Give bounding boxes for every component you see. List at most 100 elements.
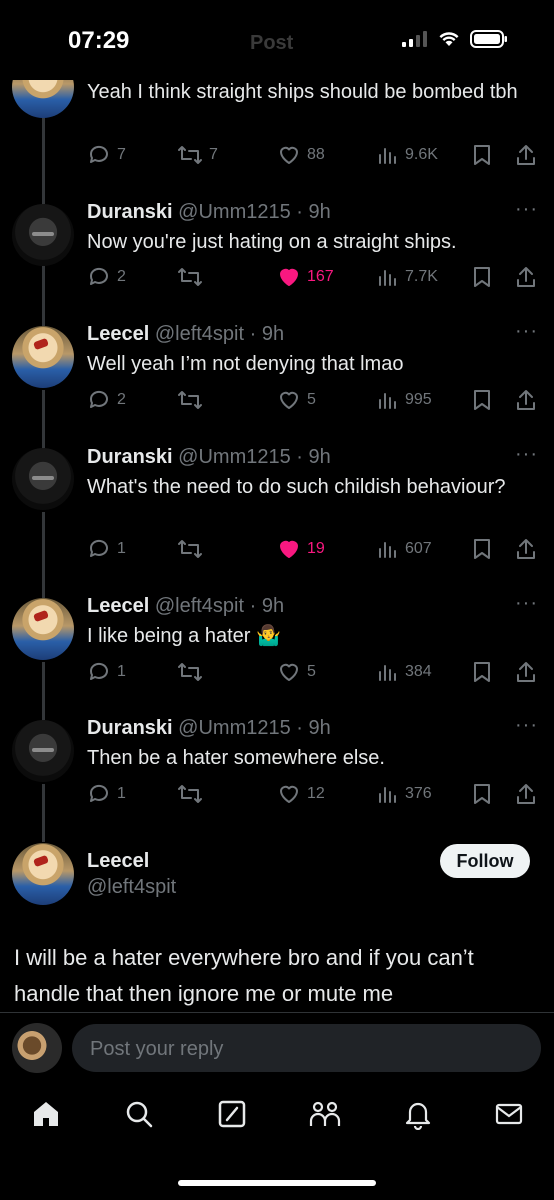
more-options-icon[interactable]: ··· bbox=[515, 443, 538, 466]
reply-button[interactable]: 1 bbox=[87, 782, 126, 806]
share-button[interactable] bbox=[515, 782, 537, 806]
bookmark-button[interactable] bbox=[471, 265, 493, 289]
avatar[interactable] bbox=[12, 204, 74, 266]
tab-communities[interactable] bbox=[305, 1094, 345, 1134]
display-name[interactable]: Duranski bbox=[87, 717, 173, 739]
avatar[interactable] bbox=[12, 598, 74, 660]
handle[interactable]: @Umm1215 bbox=[178, 446, 291, 468]
tab-home[interactable] bbox=[26, 1094, 66, 1134]
reply-count: 2 bbox=[117, 268, 126, 285]
tweet-header: Duranski @Umm1215 · 9h bbox=[87, 717, 331, 740]
tweet-text: Well yeah I’m not denying that lmao bbox=[87, 353, 404, 375]
like-button[interactable]: 5 bbox=[277, 388, 316, 412]
more-options-icon[interactable]: ··· bbox=[515, 320, 538, 343]
tab-search[interactable] bbox=[119, 1094, 159, 1134]
reply-input[interactable] bbox=[88, 1024, 522, 1074]
handle[interactable]: @Umm1215 bbox=[178, 717, 291, 739]
handle[interactable]: @left4spit bbox=[87, 876, 176, 898]
display-name[interactable]: Leecel bbox=[87, 595, 149, 617]
like-button[interactable]: 12 bbox=[277, 782, 325, 806]
reply-button[interactable]: 2 bbox=[87, 388, 126, 412]
tweet-text: What's the need to do such childish beha… bbox=[87, 476, 506, 498]
views-button[interactable]: 607 bbox=[377, 537, 432, 561]
communities-icon bbox=[309, 1101, 341, 1126]
repost-button[interactable]: 7 bbox=[177, 143, 218, 167]
views-count: 607 bbox=[405, 540, 432, 557]
heart-filled-icon bbox=[280, 268, 298, 286]
share-button[interactable] bbox=[515, 265, 537, 289]
more-options-icon[interactable]: ··· bbox=[515, 198, 538, 221]
views-button[interactable]: 384 bbox=[377, 660, 432, 684]
home-icon bbox=[34, 1102, 58, 1126]
views-count: 376 bbox=[405, 785, 432, 802]
like-button[interactable]: 5 bbox=[277, 660, 316, 684]
share-button[interactable] bbox=[515, 388, 537, 412]
handle[interactable]: @left4spit bbox=[155, 595, 244, 617]
main-post-text: I will be a hater everywhere bro and if … bbox=[14, 945, 474, 1006]
repost-button[interactable] bbox=[177, 388, 209, 412]
views-button[interactable]: 9.6K bbox=[377, 143, 438, 167]
views-icon bbox=[379, 270, 396, 286]
repost-icon bbox=[178, 391, 202, 409]
thread-line bbox=[42, 512, 45, 598]
share-icon bbox=[517, 784, 535, 804]
tab-messages[interactable] bbox=[489, 1094, 529, 1134]
tweet-actions: 1 12 376 bbox=[87, 782, 537, 808]
avatar[interactable] bbox=[12, 448, 74, 510]
display-name[interactable]: Leecel bbox=[87, 850, 149, 872]
tab-notifications[interactable] bbox=[398, 1094, 438, 1134]
repost-button[interactable] bbox=[177, 660, 209, 684]
reply-button[interactable]: 1 bbox=[87, 660, 126, 684]
display-name[interactable]: Leecel bbox=[87, 323, 149, 345]
bell-icon bbox=[405, 1102, 431, 1130]
avatar[interactable] bbox=[12, 843, 74, 905]
display-name[interactable]: Duranski bbox=[87, 201, 173, 223]
handle[interactable]: @Umm1215 bbox=[178, 201, 291, 223]
reply-button[interactable]: 1 bbox=[87, 537, 126, 561]
like-button[interactable]: 167 bbox=[277, 265, 334, 289]
repost-icon bbox=[178, 268, 202, 286]
reply-icon bbox=[89, 662, 108, 680]
views-button[interactable]: 376 bbox=[377, 782, 432, 806]
views-count: 9.6K bbox=[405, 146, 438, 163]
bookmark-button[interactable] bbox=[471, 143, 493, 167]
share-icon bbox=[517, 267, 535, 287]
bookmark-button[interactable] bbox=[471, 388, 493, 412]
like-button[interactable]: 19 bbox=[277, 537, 325, 561]
avatar[interactable] bbox=[12, 720, 74, 782]
status-time: 07:29 bbox=[68, 27, 130, 54]
repost-button[interactable] bbox=[177, 782, 209, 806]
bookmark-icon bbox=[474, 145, 490, 165]
avatar[interactable] bbox=[12, 326, 74, 388]
like-button[interactable]: 88 bbox=[277, 143, 325, 167]
my-avatar[interactable] bbox=[12, 1023, 62, 1073]
views-button[interactable]: 995 bbox=[377, 388, 432, 412]
main-post-name: Leecel bbox=[87, 850, 149, 873]
signal-icon bbox=[402, 31, 427, 47]
bookmark-button[interactable] bbox=[471, 782, 493, 806]
repost-button[interactable] bbox=[177, 537, 209, 561]
timestamp: · 9h bbox=[296, 201, 331, 223]
more-options-icon[interactable]: ··· bbox=[515, 592, 538, 615]
reply-button[interactable]: 7 bbox=[87, 143, 126, 167]
share-button[interactable] bbox=[515, 143, 537, 167]
reply-button[interactable]: 2 bbox=[87, 265, 126, 289]
views-button[interactable]: 7.7K bbox=[377, 265, 438, 289]
bookmark-button[interactable] bbox=[471, 537, 493, 561]
follow-button[interactable]: Follow bbox=[440, 844, 530, 878]
handle[interactable]: @left4spit bbox=[155, 323, 244, 345]
share-button[interactable] bbox=[515, 660, 537, 684]
repost-button[interactable] bbox=[177, 265, 209, 289]
tweet-header: Duranski @Umm1215 · 9h bbox=[87, 446, 331, 469]
share-button[interactable] bbox=[515, 537, 537, 561]
display-name[interactable]: Duranski bbox=[87, 446, 173, 468]
tab-grok[interactable] bbox=[212, 1094, 252, 1134]
bookmark-button[interactable] bbox=[471, 660, 493, 684]
more-options-icon[interactable]: ··· bbox=[515, 714, 538, 737]
bookmark-icon bbox=[474, 784, 490, 804]
home-indicator[interactable] bbox=[178, 1180, 376, 1186]
repost-icon bbox=[178, 540, 202, 558]
tweet-text: Yeah I think straight ships should be bo… bbox=[87, 81, 518, 103]
reply-bar[interactable] bbox=[72, 1024, 541, 1074]
views-icon bbox=[379, 148, 396, 164]
